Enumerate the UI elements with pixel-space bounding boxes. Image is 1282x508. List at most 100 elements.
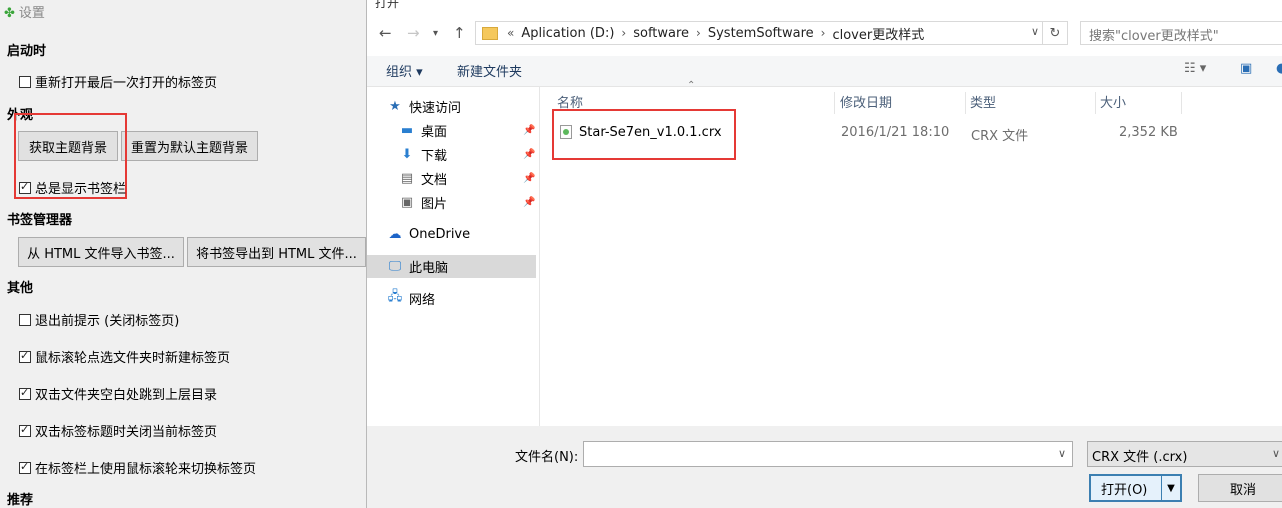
breadcrumb-segment[interactable]: Aplication (D:) (521, 26, 614, 41)
chevron-right-icon[interactable]: › (621, 26, 626, 40)
open-button-label: 打开(O) (1101, 482, 1148, 498)
settings-panel: ✤ 设置 启动时 重新打开最后一次打开的标签页 外观 获取主题背景 重置为默认主题… (0, 0, 366, 508)
checkbox-box[interactable] (19, 460, 31, 474)
preview-pane-icon[interactable]: ▣ (1240, 61, 1252, 76)
nav-quick-access[interactable]: ★ 快速访问 (387, 95, 461, 117)
filename-label: 文件名(N): (515, 450, 579, 465)
clover-leaf-icon: ✤ (4, 6, 15, 21)
chevron-right-icon[interactable]: › (821, 26, 826, 40)
up-arrow-icon[interactable]: ↑ (453, 24, 466, 42)
filetype-value: CRX 文件 (.crx) (1092, 450, 1188, 465)
column-header-modified[interactable]: 修改日期 (836, 92, 966, 114)
export-html-button[interactable]: 将书签导出到 HTML 文件... (187, 237, 366, 267)
file-name[interactable]: Star-Se7en_v1.0.1.crx (579, 125, 722, 140)
nav-label: 文档 (421, 172, 448, 188)
checkbox-label: 退出前提示 (关闭标签页) (35, 314, 180, 329)
nav-label: 图片 (421, 196, 448, 212)
checkbox-label: 双击文件夹空白处跳到上层目录 (35, 388, 218, 403)
refresh-icon[interactable]: ↻ (1042, 22, 1067, 44)
checkbox-wheel-switch-tab[interactable]: 在标签栏上使用鼠标滚轮来切换标签页 (19, 458, 256, 477)
pane-divider (539, 86, 540, 426)
filetype-select[interactable]: CRX 文件 (.crx) ∨ (1087, 441, 1282, 467)
file-size: 2,352 KB (1119, 125, 1178, 140)
dialog-title: 打开 (375, 0, 400, 10)
checkbox-label: 在标签栏上使用鼠标滚轮来切换标签页 (35, 462, 257, 477)
nav-downloads[interactable]: ⬇ 下载 (399, 143, 447, 165)
forward-arrow-icon[interactable]: → (407, 24, 420, 42)
checkbox-box[interactable] (19, 349, 31, 363)
file-type: CRX 文件 (971, 129, 1029, 144)
import-html-button[interactable]: 从 HTML 文件导入书签... (18, 237, 184, 267)
breadcrumb-segment[interactable]: SystemSoftware (708, 26, 814, 41)
new-folder-button[interactable]: 新建文件夹 (457, 61, 522, 80)
picture-icon: ▣ (400, 194, 414, 210)
checkbox-box[interactable] (19, 313, 31, 326)
star-icon: ★ (389, 98, 401, 114)
checkbox-reopen-last[interactable]: 重新打开最后一次打开的标签页 (19, 72, 217, 91)
pin-icon[interactable]: 📌 (523, 149, 535, 160)
pin-icon[interactable]: 📌 (523, 173, 535, 184)
folder-icon (482, 26, 498, 40)
address-dropdown-icon[interactable]: ∨ (1031, 25, 1039, 38)
help-icon[interactable]: ● (1276, 61, 1282, 76)
search-input[interactable]: 搜索"clover更改样式" (1080, 21, 1282, 45)
computer-icon: 🖵 (388, 258, 402, 274)
back-arrow-icon[interactable]: ← (379, 24, 392, 42)
column-header-type[interactable]: 类型 (966, 92, 1096, 114)
checkbox-box[interactable] (19, 386, 31, 400)
organize-menu[interactable]: 组织 ▾ (386, 61, 423, 80)
section-recommend: 推荐 (7, 493, 34, 508)
column-header-size[interactable]: 大小 (1096, 92, 1182, 114)
checkbox-prompt-before-exit[interactable]: 退出前提示 (关闭标签页) (19, 310, 179, 329)
get-theme-button[interactable]: 获取主题背景 (18, 131, 118, 161)
column-header-name[interactable]: 名称 (553, 92, 835, 114)
open-button[interactable]: 打开(O) ▼ (1089, 474, 1182, 502)
reset-theme-button[interactable]: 重置为默认主题背景 (121, 131, 258, 161)
view-options-icon[interactable]: ☷ ▾ (1184, 61, 1206, 76)
checkbox-always-show-bookmark-bar[interactable]: 总是显示书签栏 (19, 178, 126, 197)
section-startup: 启动时 (7, 44, 47, 59)
nav-documents[interactable]: ▤ 文档 (399, 167, 447, 189)
checkbox-label: 重新打开最后一次打开的标签页 (35, 76, 218, 91)
chevron-down-icon[interactable]: ∨ (1272, 447, 1280, 460)
address-bar[interactable]: « Aplication (D:) › software › SystemSof… (475, 21, 1068, 45)
checkbox-box[interactable] (19, 180, 31, 194)
nav-label: OneDrive (409, 226, 471, 242)
settings-title: ✤ 设置 (4, 2, 45, 21)
checkbox-wheel-open-folder[interactable]: 鼠标滚轮点选文件夹时新建标签页 (19, 347, 230, 366)
nav-network[interactable]: 🖧 网络 (387, 287, 435, 309)
cancel-button[interactable]: 取消 (1198, 474, 1282, 502)
chevron-right-icon[interactable]: › (696, 26, 701, 40)
open-dropdown-icon[interactable]: ▼ (1160, 476, 1180, 500)
chevron-down-icon[interactable]: ∨ (1058, 447, 1066, 460)
command-bar: 组织 ▾ 新建文件夹 ☷ ▾ ▣ ● (367, 56, 1282, 87)
checkbox-label: 总是显示书签栏 (35, 182, 127, 197)
checkbox-box[interactable] (19, 75, 31, 88)
recent-locations-chevron-icon[interactable]: ▾ (433, 28, 438, 39)
nav-label: 此电脑 (409, 260, 449, 276)
checkbox-dblclick-up[interactable]: 双击文件夹空白处跳到上层目录 (19, 384, 217, 403)
checkbox-label: 双击标签标题时关闭当前标签页 (35, 425, 218, 440)
dialog-footer: 文件名(N): ∨ CRX 文件 (.crx) ∨ 打开(O) ▼ 取消 (367, 426, 1282, 508)
nav-this-pc[interactable]: 🖵 此电脑 (387, 255, 448, 277)
section-appearance: 外观 (7, 108, 34, 123)
overflow-chevron-icon[interactable]: « (507, 26, 514, 40)
sort-up-chevron-icon: ⌃ (687, 80, 696, 91)
settings-title-text: 设置 (18, 6, 45, 21)
open-file-dialog: 打开 ← → ▾ ↑ « Aplication (D:) › software … (366, 0, 1282, 508)
download-arrow-icon: ⬇ (401, 146, 413, 162)
pin-icon[interactable]: 📌 (523, 197, 535, 208)
file-modified: 2016/1/21 18:10 (841, 125, 950, 140)
crx-file-icon (560, 125, 572, 139)
breadcrumb-segment[interactable]: clover更改样式 (832, 24, 924, 43)
document-icon: ▤ (400, 170, 414, 186)
breadcrumb-segment[interactable]: software (633, 26, 689, 41)
checkbox-dblclick-close-tab[interactable]: 双击标签标题时关闭当前标签页 (19, 421, 217, 440)
checkbox-box[interactable] (19, 423, 31, 437)
filename-input[interactable]: ∨ (583, 441, 1073, 467)
pin-icon[interactable]: 📌 (523, 125, 535, 136)
nav-onedrive[interactable]: ☁ OneDrive (387, 223, 471, 245)
nav-desktop[interactable]: ▬ 桌面 (399, 119, 447, 141)
network-icon: 🖧 (387, 289, 403, 304)
nav-pictures[interactable]: ▣ 图片 (399, 191, 447, 213)
